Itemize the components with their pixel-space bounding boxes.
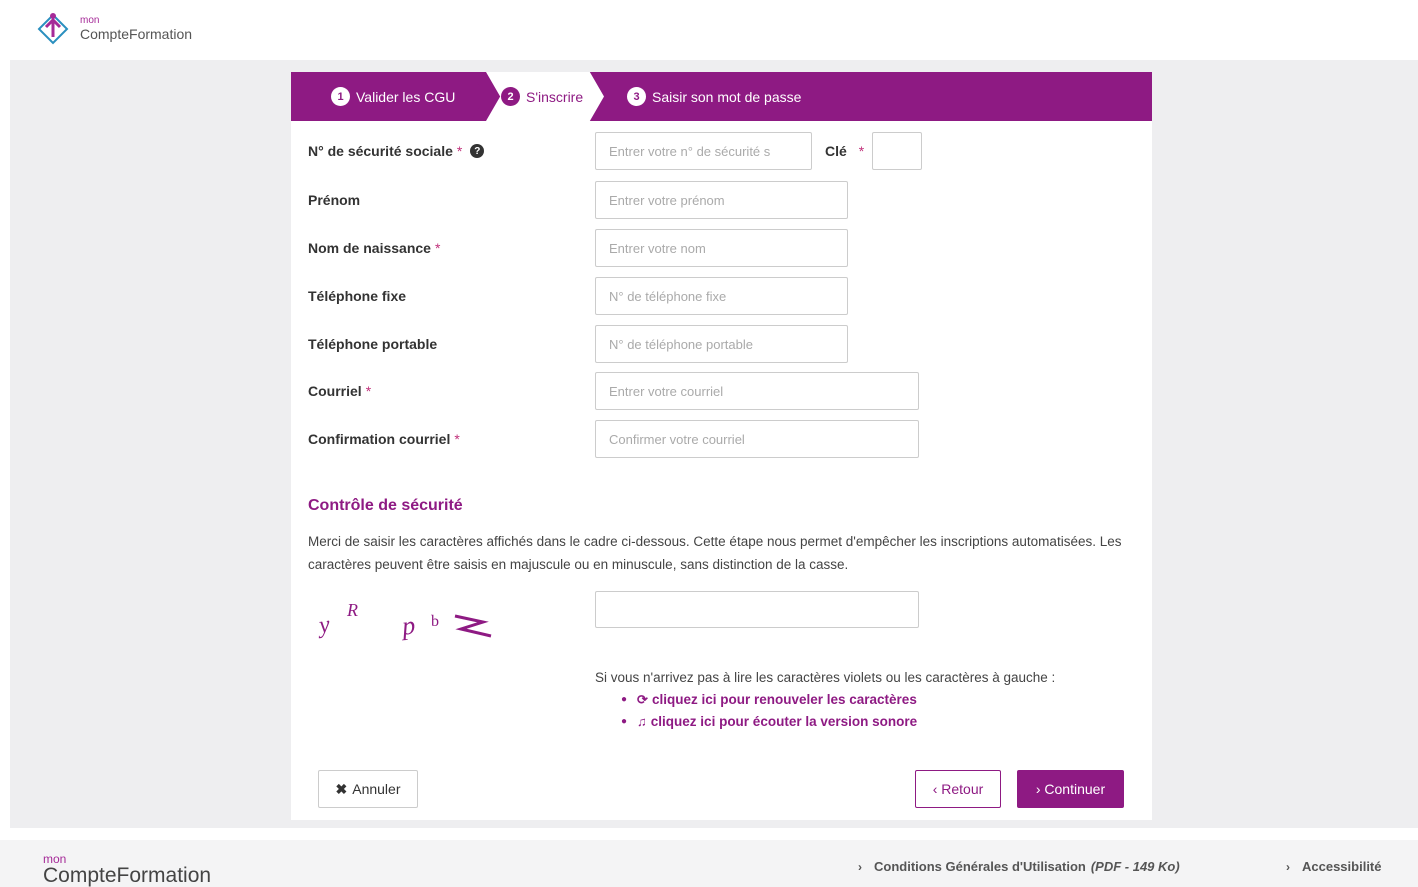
row-tel-portable: Téléphone portable N° de téléphone porta… bbox=[308, 325, 1138, 363]
tel-portable-label-text: Téléphone portable bbox=[308, 336, 438, 352]
required-marker: * bbox=[454, 431, 460, 447]
nom-input[interactable]: Entrer votre nom bbox=[595, 229, 848, 267]
row-nss: N° de sécurité sociale * ? Entrer votre … bbox=[308, 132, 1138, 170]
renew-captcha-link[interactable]: ⟳ cliquez ici pour renouveler les caract… bbox=[637, 689, 917, 711]
step-label-3: Saisir son mot de passe bbox=[652, 88, 802, 105]
svg-text:b: b bbox=[431, 613, 439, 630]
security-title: Contrôle de sécurité bbox=[308, 497, 463, 514]
confirmation-label-text: Confirmation courriel bbox=[308, 431, 451, 447]
chevron-right-icon: › bbox=[858, 859, 862, 874]
step-cgu: 1 Valider les CGU bbox=[291, 72, 486, 121]
list-item: ● ♫ cliquez ici pour écouter la version … bbox=[621, 711, 1055, 733]
back-button[interactable]: ‹ Retour bbox=[915, 770, 1001, 808]
row-nom: Nom de naissance * Entrer votre nom bbox=[308, 229, 1138, 267]
top-header: mon CompteFormation bbox=[0, 0, 1418, 60]
step-inscrire: 2 S'inscrire bbox=[486, 72, 604, 121]
required-marker: * bbox=[858, 143, 865, 159]
required-marker: * bbox=[365, 383, 372, 399]
tel-fixe-label: Téléphone fixe bbox=[308, 288, 406, 304]
footer: mon CompteFormation › Conditions Général… bbox=[0, 840, 1418, 887]
renew-captcha-text: cliquez ici pour renouveler les caractèr… bbox=[651, 692, 917, 707]
cle-label-text: Clé bbox=[825, 143, 847, 159]
nss-label-text: N° de sécurité sociale bbox=[308, 143, 453, 159]
logo-mon: mon bbox=[80, 14, 100, 26]
svg-text:p: p bbox=[399, 610, 417, 640]
audio-captcha-link[interactable]: ♫ cliquez ici pour écouter la version so… bbox=[637, 711, 917, 733]
cgu-link[interactable]: › Conditions Générales d'Utilisation (PD… bbox=[858, 859, 1180, 874]
confirmation-input[interactable]: Confirmer votre courriel bbox=[595, 420, 919, 458]
confirmation-label: Confirmation courriel * bbox=[308, 431, 460, 447]
cgu-link-text: Conditions Générales d'Utilisation bbox=[874, 859, 1086, 874]
chevron-right-icon: › bbox=[1286, 859, 1290, 874]
cle-input[interactable] bbox=[872, 132, 922, 170]
required-marker: * bbox=[456, 143, 463, 159]
step-password: 3 Saisir son mot de passe bbox=[601, 72, 1152, 121]
prenom-label-text: Prénom bbox=[308, 192, 361, 208]
captcha-glyphs: y R p b bbox=[315, 600, 492, 641]
logo-diamond-icon bbox=[32, 9, 74, 49]
row-courriel: Courriel * Entrer votre courriel bbox=[308, 372, 1138, 410]
tel-fixe-label-text: Téléphone fixe bbox=[308, 288, 407, 304]
cancel-label: Annuler bbox=[352, 781, 401, 797]
svg-text:R: R bbox=[346, 602, 358, 620]
step-label-2: S'inscrire bbox=[526, 88, 584, 105]
list-item: ● ⟳ cliquez ici pour renouveler les cara… bbox=[621, 689, 1055, 711]
tel-portable-label: Téléphone portable bbox=[308, 336, 437, 352]
courriel-label: Courriel * bbox=[308, 383, 371, 399]
step-number-2: 2 bbox=[501, 87, 520, 106]
footer-logo[interactable]: mon CompteFormation bbox=[43, 853, 211, 886]
security-description: Merci de saisir les caractères affichés … bbox=[308, 534, 1122, 572]
captcha-help-intro: Si vous n'arrivez pas à lire les caractè… bbox=[595, 670, 1056, 685]
accessibility-link[interactable]: › Accessibilité bbox=[1286, 859, 1382, 874]
required-marker: * bbox=[434, 240, 441, 256]
courriel-input[interactable]: Entrer votre courriel bbox=[595, 372, 919, 410]
cle-label: Clé * bbox=[825, 143, 864, 159]
nom-label: Nom de naissance * bbox=[308, 240, 440, 256]
tel-portable-input[interactable]: N° de téléphone portable bbox=[595, 325, 848, 363]
help-icon[interactable]: ? bbox=[470, 144, 485, 158]
captcha-input[interactable] bbox=[595, 591, 919, 628]
bullet-icon: ● bbox=[621, 716, 628, 727]
prenom-input[interactable]: Entrer votre prénom bbox=[595, 181, 848, 219]
footer-logo-compteformation: CompteFormation bbox=[43, 864, 212, 887]
site-logo[interactable]: mon CompteFormation bbox=[32, 9, 192, 49]
cgu-pdf-note: (PDF - 149 Ko) bbox=[1090, 859, 1180, 874]
step-label-1: Valider les CGU bbox=[356, 88, 456, 105]
svg-text:y: y bbox=[315, 612, 331, 640]
captcha-help: Si vous n'arrivez pas à lire les caractè… bbox=[595, 667, 1055, 733]
continue-button[interactable]: › Continuer bbox=[1017, 770, 1124, 808]
step-number-3: 3 bbox=[627, 87, 646, 106]
audio-captcha-text: cliquez ici pour écouter la version sono… bbox=[650, 714, 918, 729]
music-icon: ♫ bbox=[637, 714, 647, 729]
captcha-image: y R p b bbox=[315, 600, 515, 652]
nss-input[interactable]: Entrer votre n° de sécurité s bbox=[595, 132, 812, 170]
step-number-1: 1 bbox=[331, 87, 350, 106]
cancel-button[interactable]: ✖ Annuler bbox=[318, 770, 418, 808]
refresh-icon: ⟳ bbox=[637, 692, 648, 707]
nom-label-text: Nom de naissance bbox=[308, 240, 431, 256]
row-confirmation: Confirmation courriel * Confirmer votre … bbox=[308, 420, 1138, 458]
logo-compteformation: CompteFormation bbox=[80, 25, 193, 42]
nss-label: N° de sécurité sociale * ? bbox=[308, 143, 485, 159]
prenom-label: Prénom bbox=[308, 192, 360, 208]
accessibility-link-text: Accessibilité bbox=[1302, 859, 1382, 874]
row-prenom: Prénom Entrer votre prénom bbox=[308, 181, 1138, 219]
row-tel-fixe: Téléphone fixe N° de téléphone fixe bbox=[308, 277, 1138, 315]
courriel-label-text: Courriel bbox=[308, 383, 362, 399]
close-icon: ✖ bbox=[335, 780, 348, 797]
tel-fixe-input[interactable]: N° de téléphone fixe bbox=[595, 277, 848, 315]
registration-card: 1 Valider les CGU 2 S'inscrire 3 Saisir … bbox=[291, 72, 1152, 820]
stepper: 1 Valider les CGU 2 S'inscrire 3 Saisir … bbox=[291, 72, 1152, 121]
bullet-icon: ● bbox=[621, 694, 628, 705]
